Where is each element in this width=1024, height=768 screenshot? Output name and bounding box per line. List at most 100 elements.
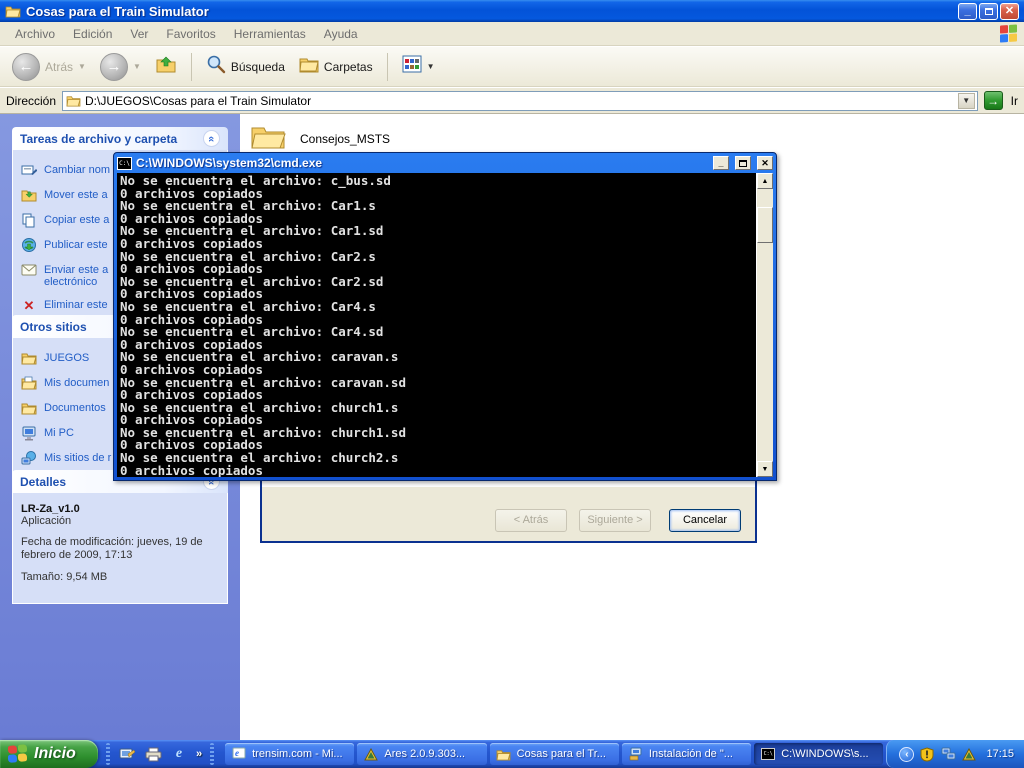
restore-button[interactable] [979, 3, 998, 20]
cmd-close-button[interactable]: ✕ [757, 156, 773, 170]
move-folder-icon [21, 187, 37, 203]
system-tray: ‹ 17:15 [886, 740, 1024, 768]
views-button[interactable]: ▼ [398, 53, 439, 80]
cmd-icon: C:\ [760, 746, 776, 762]
folder-icon [496, 746, 512, 762]
open-folder-icon [250, 122, 286, 155]
search-button[interactable]: Búsqueda [202, 52, 289, 81]
cmd-icon: C:\ [117, 157, 132, 170]
scrollbar-thumb[interactable] [757, 207, 773, 243]
cmd-scrollbar[interactable]: ▲ ▼ [756, 173, 773, 477]
wizard-next-button[interactable]: Siguiente > [579, 509, 651, 532]
cmd-title-text: C:\WINDOWS\system32\cmd.exe [136, 156, 707, 170]
toolbar-separator [387, 53, 388, 81]
address-dropdown-icon[interactable]: ▼ [958, 93, 975, 109]
taskbar-button-trensim[interactable]: e trensim.com - Mi... [225, 743, 354, 765]
taskbar-button-ares[interactable]: Ares 2.0.9.303... [357, 743, 486, 765]
open-folder-icon [5, 3, 21, 19]
menu-ver[interactable]: Ver [121, 24, 157, 44]
computer-icon [21, 425, 37, 441]
internet-explorer-icon[interactable]: e [170, 745, 188, 763]
go-button[interactable]: → [984, 91, 1003, 110]
cmd-minimize-button[interactable]: _ [713, 156, 729, 170]
publish-globe-icon [21, 237, 37, 253]
search-icon [206, 54, 226, 79]
address-input[interactable] [85, 94, 958, 108]
taskbar-separator[interactable] [210, 743, 214, 765]
email-icon [21, 262, 37, 278]
toolbar-separator [191, 53, 192, 81]
rename-icon [21, 162, 37, 178]
quick-launch-overflow-icon[interactable]: » [196, 748, 202, 760]
svg-text:e: e [235, 748, 239, 758]
back-arrow-icon: ← [12, 53, 40, 81]
ares-tray-icon[interactable] [961, 746, 977, 762]
go-label: Ir [1011, 94, 1018, 108]
desktop-screen: Cosas para el Train Simulator _ ✕ Archiv… [0, 0, 1024, 768]
taskbar-separator[interactable] [106, 743, 110, 765]
details-panel: Detalles « LR-Za_v1.0 Aplicación Fecha d… [12, 470, 228, 604]
quick-launch: e » [98, 743, 222, 765]
clock[interactable]: 17:15 [986, 748, 1014, 760]
printer-icon[interactable] [144, 745, 162, 763]
back-dropdown-icon[interactable]: ▼ [78, 62, 86, 71]
back-button[interactable]: ← Atrás ▼ [8, 51, 90, 83]
delete-x-icon: ✕ [21, 297, 37, 313]
folder-icon [65, 93, 81, 109]
menu-ayuda[interactable]: Ayuda [315, 24, 367, 44]
menu-edicion[interactable]: Edición [64, 24, 121, 44]
installer-icon [628, 746, 644, 762]
file-list-folder-item[interactable]: Consejos_MSTS [250, 122, 390, 155]
folder-item-label: Consejos_MSTS [300, 132, 390, 146]
show-desktop-icon[interactable] [118, 745, 136, 763]
file-tasks-header[interactable]: Tareas de archivo y carpeta « [12, 127, 228, 150]
explorer-toolbar: ← Atrás ▼ → ▼ Búsqueda Carpetas [0, 47, 1024, 87]
minimize-button[interactable]: _ [958, 3, 977, 20]
collapse-chevron-icon[interactable]: « [203, 130, 220, 147]
start-button[interactable]: Inicio [0, 740, 98, 768]
close-button[interactable]: ✕ [1000, 3, 1019, 20]
address-label: Dirección [6, 94, 56, 108]
cmd-body: No se encuentra el archivo: c_bus.sd 0 a… [117, 173, 773, 477]
menu-herramientas[interactable]: Herramientas [225, 24, 315, 44]
wizard-cancel-button[interactable]: Cancelar [669, 509, 741, 532]
menu-bar: Archivo Edición Ver Favoritos Herramient… [0, 22, 1024, 46]
folders-button[interactable]: Carpetas [295, 53, 377, 80]
address-bar: Dirección ▼ → Ir [0, 88, 1024, 114]
wizard-back-button[interactable]: < Atrás [495, 509, 567, 532]
taskbar: Inicio e » e trensim.com - Mi... [0, 740, 1024, 768]
forward-button[interactable]: → ▼ [96, 51, 145, 83]
cmd-titlebar[interactable]: C:\ C:\WINDOWS\system32\cmd.exe _ ✕ [114, 153, 776, 173]
folders-icon [299, 55, 319, 78]
folder-icon [21, 400, 37, 416]
tray-collapse-chevron-icon[interactable]: ‹ [899, 747, 914, 762]
details-size: Tamaño: 9,54 MB [21, 571, 219, 584]
views-dropdown-icon[interactable]: ▼ [427, 62, 435, 71]
forward-dropdown-icon[interactable]: ▼ [133, 62, 141, 71]
address-input-box: ▼ [62, 91, 978, 111]
network-icon[interactable] [940, 746, 956, 762]
menu-favoritos[interactable]: Favoritos [157, 24, 224, 44]
taskbar-buttons: e trensim.com - Mi... Ares 2.0.9.303... … [222, 743, 886, 765]
menu-archivo[interactable]: Archivo [6, 24, 64, 44]
details-file-name: LR-Za_v1.0 [21, 503, 219, 515]
internet-explorer-icon: e [231, 746, 247, 762]
details-file-type: Aplicación [21, 515, 219, 527]
taskbar-button-cosas-folder[interactable]: Cosas para el Tr... [490, 743, 619, 765]
scroll-up-icon[interactable]: ▲ [757, 173, 773, 189]
cmd-window: C:\ C:\WINDOWS\system32\cmd.exe _ ✕ No s… [113, 152, 777, 481]
folder-icon [21, 350, 37, 366]
window-title: Cosas para el Train Simulator [26, 4, 956, 19]
taskbar-button-instalacion[interactable]: Instalación de "... [622, 743, 751, 765]
security-shield-icon[interactable] [919, 746, 935, 762]
details-body: LR-Za_v1.0 Aplicación Fecha de modificac… [12, 493, 228, 604]
windows-flag-icon [8, 744, 28, 764]
cmd-maximize-button[interactable] [735, 156, 751, 170]
views-grid-icon [402, 55, 422, 78]
forward-arrow-icon: → [100, 53, 128, 81]
my-documents-icon [21, 375, 37, 391]
installer-button-strip: < Atrás Siguiente > Cancelar [262, 487, 755, 541]
up-folder-button[interactable] [151, 51, 181, 82]
taskbar-button-cmd[interactable]: C:\ C:\WINDOWS\s... [754, 743, 883, 765]
scroll-down-icon[interactable]: ▼ [757, 461, 773, 477]
